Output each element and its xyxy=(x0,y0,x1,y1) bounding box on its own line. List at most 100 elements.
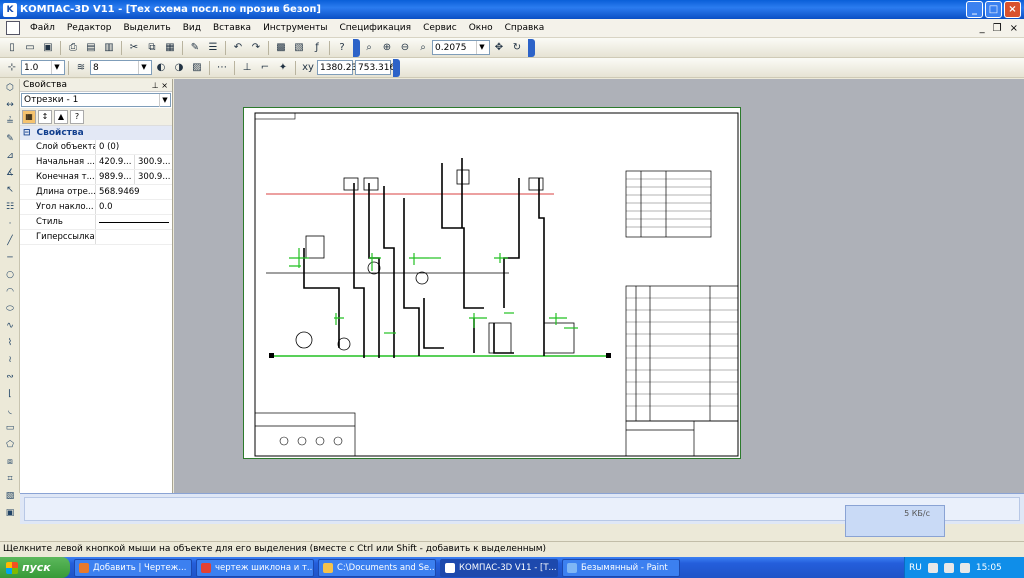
manager-icon[interactable]: ▩ xyxy=(273,40,289,56)
spline-tool-icon[interactable]: ∿ xyxy=(1,318,19,334)
task-chrome[interactable]: чертеж шиклона и т... xyxy=(196,558,314,577)
object-selector[interactable]: Отрезки - 1 ▼ xyxy=(21,93,171,107)
menu-edit[interactable]: Редактор xyxy=(61,23,118,33)
edit-tool-icon[interactable]: ✎ xyxy=(1,131,19,147)
polyline-tool-icon[interactable]: ⌇ xyxy=(1,335,19,351)
aux-line-tool-icon[interactable]: ╱ xyxy=(1,233,19,249)
menu-specification[interactable]: Спецификация xyxy=(333,23,417,33)
measure-tool-icon[interactable]: ∡ xyxy=(1,165,19,181)
language-indicator[interactable]: RU xyxy=(909,563,922,573)
cut-icon[interactable]: ✂ xyxy=(126,40,142,56)
prop-row-style[interactable]: Стиль xyxy=(20,215,172,230)
properties-section[interactable]: ⊟ Свойства xyxy=(20,126,172,140)
preview-icon[interactable]: ▥ xyxy=(101,40,117,56)
arc-tool-icon[interactable]: ◠ xyxy=(1,284,19,300)
segment-tool-icon[interactable]: ─ xyxy=(1,250,19,266)
tray-antivirus-icon[interactable] xyxy=(959,562,970,573)
save-icon[interactable]: ▣ xyxy=(40,40,56,56)
categorized-icon[interactable]: ▦ xyxy=(22,109,36,124)
maximize-button[interactable]: □ xyxy=(985,1,1002,18)
doc-minimize-button[interactable]: _ xyxy=(980,23,985,34)
spec-tool-icon[interactable]: ☷ xyxy=(1,199,19,215)
macro-tool-icon[interactable]: ▣ xyxy=(1,505,19,521)
print-icon[interactable]: ⎙ xyxy=(65,40,81,56)
drawing-canvas[interactable] xyxy=(174,79,1024,493)
document-icon[interactable] xyxy=(6,21,20,35)
coord-y-field[interactable]: 753.316 xyxy=(355,60,395,75)
prop-row-layer[interactable]: Слой объекта 0 (0) xyxy=(20,140,172,155)
rectangle-tool-icon[interactable]: ▭ xyxy=(1,420,19,436)
tray-volume-icon[interactable] xyxy=(943,562,954,573)
open-icon[interactable]: ▭ xyxy=(22,40,38,56)
snap-icon[interactable]: ✦ xyxy=(275,60,291,76)
menu-window[interactable]: Окно xyxy=(463,23,499,33)
prop-row-length[interactable]: Длина отре... 568.9469 xyxy=(20,185,172,200)
param-tool-icon[interactable]: ⊿ xyxy=(1,148,19,164)
refresh-icon[interactable]: ↻ xyxy=(509,40,525,56)
properties-icon[interactable]: ☰ xyxy=(205,40,221,56)
print-preview-icon[interactable]: ▤ xyxy=(83,40,99,56)
menu-view[interactable]: Вид xyxy=(177,23,207,33)
hatch-icon[interactable]: ▨ xyxy=(189,60,205,76)
chamfer-tool-icon[interactable]: ⌊ xyxy=(1,386,19,402)
doc-restore-button[interactable]: ❐ xyxy=(993,23,1002,34)
task-explorer[interactable]: C:\Documents and Se... xyxy=(318,558,436,577)
zoom-in-icon[interactable]: ⊕ xyxy=(379,40,395,56)
symbols-tool-icon[interactable]: ≟ xyxy=(1,114,19,130)
task-kompas[interactable]: КОМПАС-3D V11 - [Т... xyxy=(440,558,558,577)
object-selector-dropdown-icon[interactable]: ▼ xyxy=(159,93,170,107)
zoom-scale-icon[interactable]: ⌕ xyxy=(415,40,431,56)
layer-input[interactable]: 8 ▼ xyxy=(90,60,152,75)
geometry-tool-icon[interactable]: ⬡ xyxy=(1,80,19,96)
bezier-tool-icon[interactable]: ≀ xyxy=(1,352,19,368)
coord-x-field[interactable]: 1380.23 xyxy=(317,60,357,75)
zoom-window-icon[interactable]: ⌕ xyxy=(361,40,377,56)
new-icon[interactable]: ▯ xyxy=(4,40,20,56)
minimize-button[interactable]: _ xyxy=(966,1,983,18)
paste-icon[interactable]: ▦ xyxy=(162,40,178,56)
tray-network-icon[interactable] xyxy=(927,562,938,573)
select-tool-icon[interactable]: ↖ xyxy=(1,182,19,198)
fillet-tool-icon[interactable]: ◟ xyxy=(1,403,19,419)
collapse-icon[interactable]: ⊟ xyxy=(23,128,31,138)
prop-row-end-point[interactable]: Конечная т... 989.9... 300.9... xyxy=(20,170,172,185)
redo-icon[interactable]: ↷ xyxy=(248,40,264,56)
point-tool-icon[interactable]: · xyxy=(1,216,19,232)
style-icon[interactable]: ◑ xyxy=(171,60,187,76)
help-icon[interactable]: ? xyxy=(70,109,84,124)
dimension-tool-icon[interactable]: ↔ xyxy=(1,97,19,113)
menu-tools[interactable]: Инструменты xyxy=(257,23,333,33)
polygon-tool-icon[interactable]: ⬠ xyxy=(1,437,19,453)
doc-close-button[interactable]: × xyxy=(1010,23,1018,34)
step-icon[interactable]: ⊹ xyxy=(4,60,20,76)
line-style-preview[interactable] xyxy=(95,215,172,229)
step-input[interactable]: 1.0 ▼ xyxy=(21,60,65,75)
grid-icon[interactable]: ⋯ xyxy=(214,60,230,76)
menu-file[interactable]: Файл xyxy=(24,23,61,33)
drawing-sheet[interactable] xyxy=(243,107,741,459)
sort-icon[interactable]: ↕ xyxy=(38,109,52,124)
menu-insert[interactable]: Вставка xyxy=(207,23,257,33)
undo-icon[interactable]: ↶ xyxy=(230,40,246,56)
library-icon[interactable]: ▧ xyxy=(291,40,307,56)
format-painter-icon[interactable]: ✎ xyxy=(187,40,203,56)
menu-select[interactable]: Выделить xyxy=(117,23,176,33)
task-paint[interactable]: Безымянный - Paint xyxy=(562,558,680,577)
zoom-out-icon[interactable]: ⊖ xyxy=(397,40,413,56)
layer-dropdown-icon[interactable]: ▼ xyxy=(138,61,149,74)
prop-row-angle[interactable]: Угол накло... 0.0 xyxy=(20,200,172,215)
ortho-icon[interactable]: ⊥ xyxy=(239,60,255,76)
prop-row-start-point[interactable]: Начальная ... 420.9... 300.9... xyxy=(20,155,172,170)
equidistant-tool-icon[interactable]: ⧈ xyxy=(1,454,19,470)
layer-icon[interactable]: ≋ xyxy=(73,60,89,76)
step-dropdown-icon[interactable]: ▼ xyxy=(51,61,62,74)
zoom-dropdown-icon[interactable]: ▼ xyxy=(476,41,487,54)
variables-icon[interactable]: ƒ xyxy=(309,40,325,56)
prop-row-hyperlink[interactable]: Гиперссылка xyxy=(20,230,172,245)
pan-icon[interactable]: ✥ xyxy=(491,40,507,56)
hatch-tool-icon[interactable]: ▧ xyxy=(1,488,19,504)
task-firefox[interactable]: Добавить | Чертеж... xyxy=(74,558,192,577)
local-cs-icon[interactable]: ⌐ xyxy=(257,60,273,76)
zoom-input[interactable]: 0.2075 ▼ xyxy=(432,40,490,55)
pin-icon[interactable]: ⊥ × xyxy=(152,81,168,90)
